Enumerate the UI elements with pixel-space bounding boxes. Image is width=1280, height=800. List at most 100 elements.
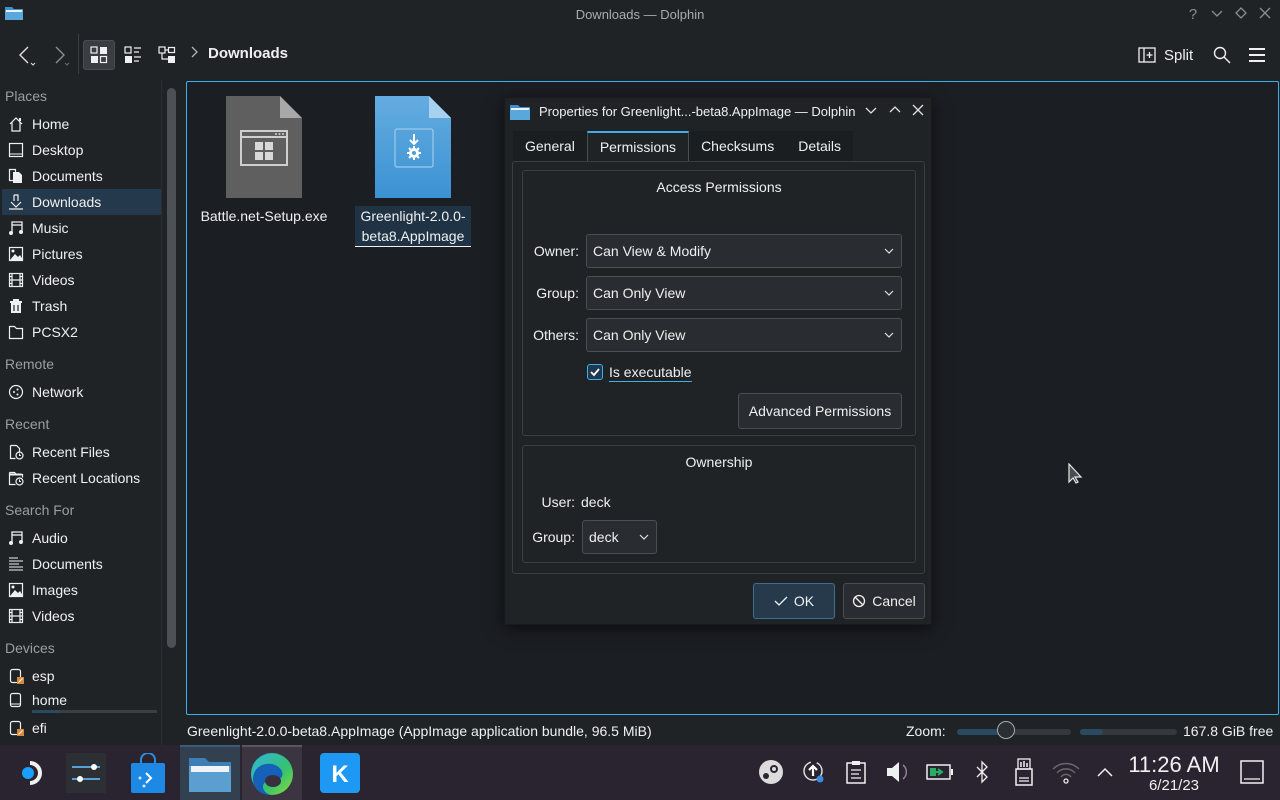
forward-button[interactable] bbox=[46, 40, 72, 70]
dolphin-folder-icon bbox=[189, 757, 231, 792]
clipboard-icon bbox=[846, 761, 866, 784]
tray-usb-device[interactable] bbox=[1009, 757, 1039, 787]
dialog-title: Properties for Greenlight...-beta8.AppIm… bbox=[539, 104, 856, 119]
application-launcher[interactable] bbox=[0, 745, 60, 800]
video-search-icon bbox=[7, 607, 25, 625]
tray-steam[interactable] bbox=[756, 757, 786, 787]
breadcrumb-downloads[interactable]: Downloads bbox=[208, 45, 288, 62]
sidebar-item-search-videos[interactable]: Videos bbox=[2, 603, 161, 629]
tray-clipboard[interactable] bbox=[841, 757, 871, 787]
compact-view-button[interactable] bbox=[118, 40, 148, 70]
sidebar-item-videos[interactable]: Videos bbox=[2, 267, 161, 293]
taskbar: K 11:26 AM 6/21/23 bbox=[0, 745, 1280, 800]
ownership-group-select[interactable]: deck bbox=[582, 520, 657, 554]
settings-sliders-icon bbox=[66, 752, 106, 793]
folder-app-icon bbox=[510, 105, 530, 120]
minimize-button[interactable] bbox=[1206, 4, 1228, 26]
details-view-button[interactable] bbox=[152, 40, 182, 70]
chevron-down-icon bbox=[884, 290, 894, 296]
taskbar-discover[interactable] bbox=[118, 745, 178, 800]
icons-view-button[interactable] bbox=[83, 40, 115, 70]
sidebar-item-documents[interactable]: Documents bbox=[2, 163, 161, 189]
tab-permissions[interactable]: Permissions bbox=[586, 131, 690, 161]
is-executable-checkbox[interactable] bbox=[587, 364, 603, 380]
tray-update[interactable] bbox=[799, 757, 829, 787]
taskbar-kde[interactable]: K bbox=[310, 745, 370, 800]
tab-general[interactable]: General bbox=[513, 131, 587, 161]
toolbar-separator bbox=[78, 34, 79, 74]
sidebar-item-network[interactable]: Network bbox=[2, 379, 161, 405]
taskbar-dolphin[interactable] bbox=[180, 745, 240, 800]
kde-icon: K bbox=[320, 752, 360, 793]
close-button[interactable] bbox=[1254, 4, 1276, 26]
tray-volume[interactable] bbox=[883, 757, 913, 787]
sidebar-item-trash[interactable]: Trash bbox=[2, 293, 161, 319]
file-item-greenlight[interactable]: Greenlight-2.0.0- beta8.AppImage bbox=[355, 96, 471, 247]
chevron-up-icon bbox=[1097, 767, 1113, 777]
sidebar-item-home[interactable]: Home bbox=[2, 111, 161, 137]
is-executable-label[interactable]: Is executable bbox=[609, 364, 692, 382]
sidebar-item-audio[interactable]: Audio bbox=[2, 525, 161, 551]
others-permission-select[interactable]: Can Only View bbox=[586, 318, 902, 352]
pictures-icon bbox=[7, 245, 25, 263]
show-desktop-button[interactable] bbox=[1237, 757, 1267, 787]
sidebar-scrollbar[interactable] bbox=[167, 88, 176, 648]
group-permission-select[interactable]: Can Only View bbox=[586, 276, 902, 310]
tab-checksums[interactable]: Checksums bbox=[689, 131, 786, 161]
dialog-maximize-button[interactable] bbox=[886, 102, 904, 120]
dialog-minimize-button[interactable] bbox=[862, 102, 880, 120]
ok-button[interactable]: OK bbox=[753, 583, 835, 619]
sidebar-item-pcsx2[interactable]: PCSX2 bbox=[2, 319, 161, 345]
maximize-button[interactable] bbox=[1230, 4, 1252, 26]
section-search-for: Search For bbox=[5, 502, 75, 518]
help-icon[interactable]: ? bbox=[1182, 4, 1204, 26]
zoom-slider-handle[interactable] bbox=[997, 721, 1015, 739]
menu-button[interactable] bbox=[1243, 40, 1271, 70]
usb-drive-icon bbox=[1015, 758, 1033, 786]
taskbar-edge[interactable] bbox=[242, 745, 302, 800]
dialog-close-button[interactable] bbox=[909, 102, 927, 120]
hamburger-icon bbox=[1249, 48, 1265, 62]
downloads-icon bbox=[7, 193, 25, 211]
sidebar-item-music[interactable]: Music bbox=[2, 215, 161, 241]
tab-details[interactable]: Details bbox=[786, 131, 853, 161]
sidebar-item-images[interactable]: Images bbox=[2, 577, 161, 603]
sidebar-item-downloads[interactable]: Downloads bbox=[2, 189, 161, 215]
dialog-titlebar: Properties for Greenlight...-beta8.AppIm… bbox=[505, 98, 931, 126]
split-button[interactable]: Split bbox=[1138, 40, 1193, 70]
sidebar-item-recent-files[interactable]: Recent Files bbox=[2, 439, 161, 465]
panel-divider[interactable] bbox=[161, 80, 162, 745]
bluetooth-icon bbox=[976, 760, 988, 784]
sidebar-item-pictures[interactable]: Pictures bbox=[2, 241, 161, 267]
cancel-button[interactable]: Cancel bbox=[843, 583, 925, 619]
digital-clock[interactable]: 11:26 AM 6/21/23 bbox=[1126, 753, 1222, 795]
sidebar-item-desktop[interactable]: Desktop bbox=[2, 137, 161, 163]
tray-bluetooth[interactable] bbox=[967, 757, 997, 787]
search-button[interactable] bbox=[1208, 40, 1236, 70]
sidebar-item-search-documents[interactable]: Documents bbox=[2, 551, 161, 577]
discover-store-icon bbox=[131, 752, 165, 793]
search-icon bbox=[1213, 46, 1231, 64]
home-usage-bar bbox=[32, 710, 157, 713]
free-space: 167.8 GiB free bbox=[1183, 723, 1274, 739]
places-panel: Places Home Desktop Documents Downloads … bbox=[0, 80, 162, 745]
sidebar-item-recent-locations[interactable]: Recent Locations bbox=[2, 465, 161, 491]
access-permissions-group: Access Permissions Owner: Can View & Mod… bbox=[522, 170, 916, 436]
file-item-battlenet[interactable]: Battle.net-Setup.exe bbox=[195, 96, 333, 226]
clock-date: 6/21/23 bbox=[1148, 777, 1200, 794]
ownership-title: Ownership bbox=[685, 454, 753, 470]
advanced-permissions-button[interactable]: Advanced Permissions bbox=[738, 393, 902, 429]
sidebar-item-efi[interactable]: efi bbox=[2, 715, 161, 741]
section-places: Places bbox=[5, 88, 48, 104]
window-titlebar: Downloads — Dolphin ? bbox=[0, 0, 1280, 30]
tray-battery[interactable] bbox=[925, 757, 955, 787]
steamdeck-menu-icon bbox=[22, 760, 42, 785]
chevron-down-icon bbox=[639, 534, 649, 540]
owner-permission-select[interactable]: Can View & Modify bbox=[586, 234, 902, 268]
checkmark-icon bbox=[590, 368, 600, 377]
tray-expand-button[interactable] bbox=[1090, 757, 1120, 787]
back-button[interactable] bbox=[12, 40, 38, 70]
tray-wifi[interactable] bbox=[1051, 757, 1081, 787]
sidebar-item-esp[interactable]: esp bbox=[2, 663, 161, 689]
taskbar-system-settings[interactable] bbox=[56, 745, 116, 800]
